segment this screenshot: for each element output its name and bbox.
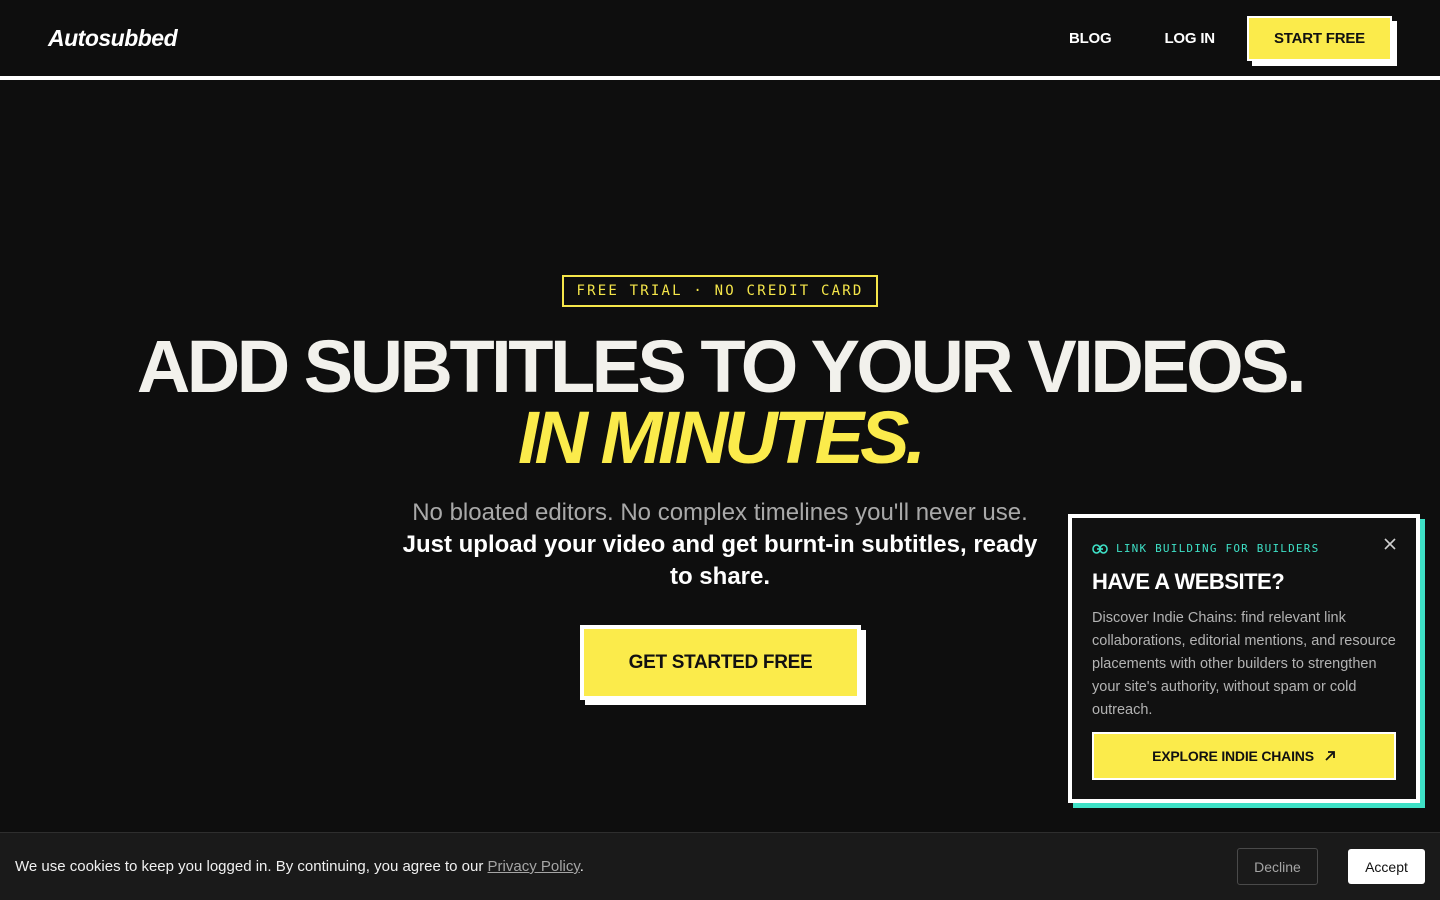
popup-body: Discover Indie Chains: find relevant lin… [1092,610,1396,718]
hero-headline-accent: IN MINUTES. [517,396,926,479]
cookie-actions: Decline Accept [1237,848,1425,885]
explore-indie-chains-button[interactable]: EXPLORE INDIE CHAINS [1092,732,1396,780]
hero-headline: ADD SUBTITLES TO YOUR VIDEOS. [136,325,1307,408]
accept-button[interactable]: Accept [1348,849,1425,884]
arrow-up-right-icon [1325,751,1335,761]
free-trial-badge: FREE TRIAL · NO CREDIT CARD [562,275,878,307]
hero-subline-bold: Just upload your video and get burnt-in … [402,531,1038,590]
popup-button-label: EXPLORE INDIE CHAINS [1152,748,1314,764]
top-nav: BLOG LOG IN START FREE [1069,15,1392,61]
decline-button[interactable]: Decline [1237,848,1318,885]
nav-login-link[interactable]: LOG IN [1164,30,1215,47]
cookie-text: We use cookies to keep you logged in. By… [15,858,584,875]
indie-chains-popup: LINK BUILDING FOR BUILDERS HAVE A WEBSIT… [1068,514,1420,803]
site-header: Autosubbed BLOG LOG IN START FREE [0,0,1440,76]
privacy-policy-link[interactable]: Privacy Policy [488,858,580,875]
close-icon[interactable] [1382,536,1398,552]
get-started-button[interactable]: GET STARTED FREE [580,625,861,700]
popup-title: HAVE A WEBSITE? [1092,569,1285,594]
cookie-period: . [579,858,584,875]
header-divider [0,76,1440,80]
logo[interactable]: Autosubbed [48,25,178,52]
start-free-button[interactable]: START FREE [1246,15,1392,61]
link-icon [1092,543,1108,554]
cookie-banner: We use cookies to keep you logged in. By… [0,832,1440,900]
nav-blog-link[interactable]: BLOG [1069,30,1112,47]
cookie-message: We use cookies to keep you logged in. By… [15,858,488,875]
page: Autosubbed BLOG LOG IN START FREE FREE T… [0,0,1440,900]
popup-tag-label: LINK BUILDING FOR BUILDERS [1116,542,1320,555]
popup-tag: LINK BUILDING FOR BUILDERS [1092,542,1396,555]
